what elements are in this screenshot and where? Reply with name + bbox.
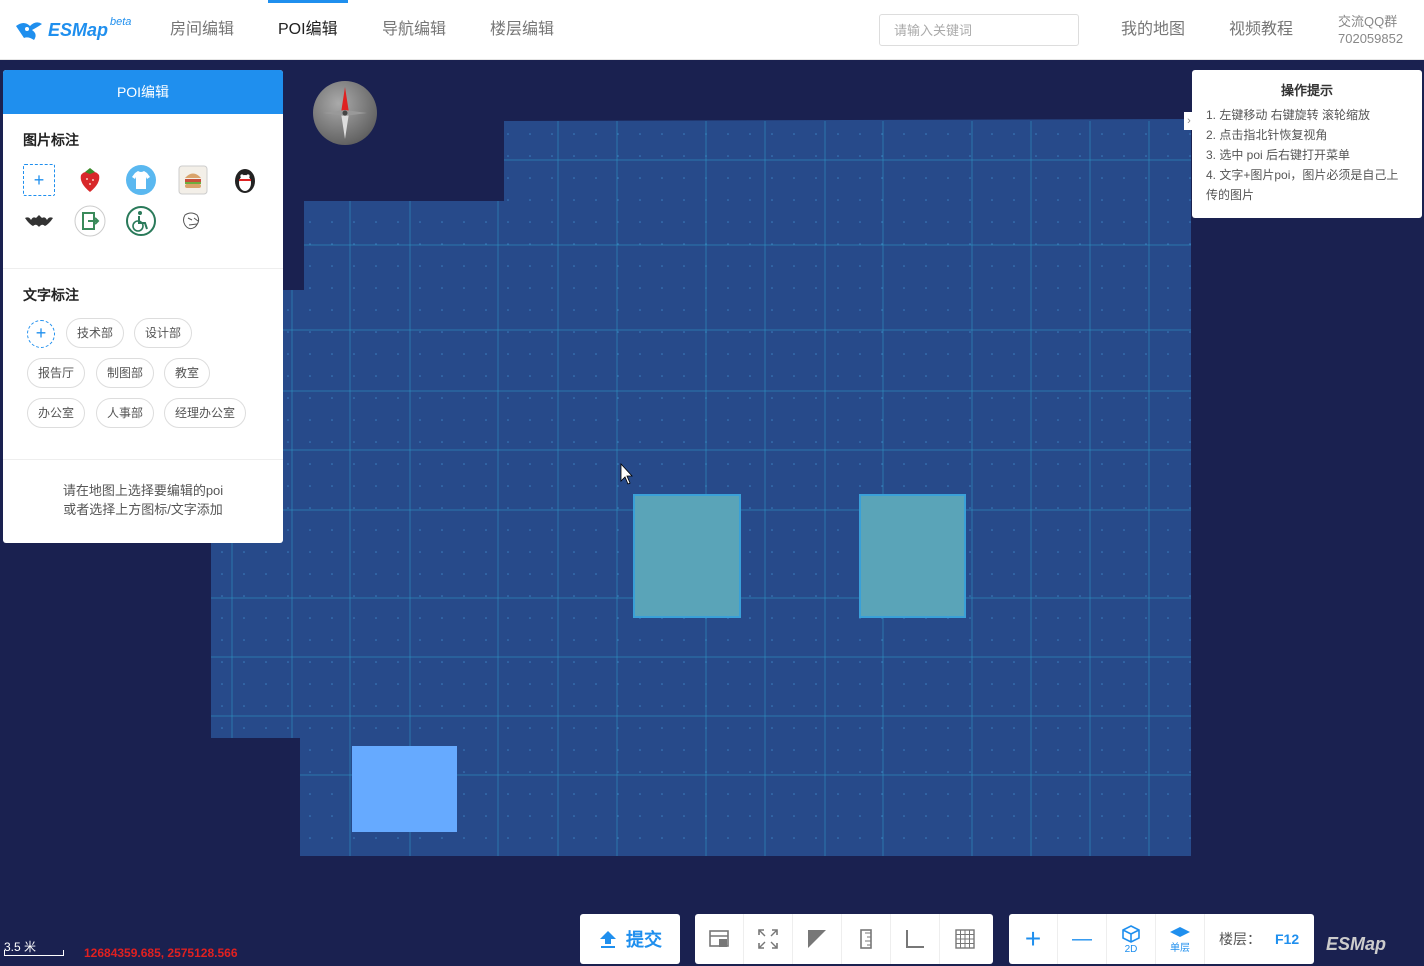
my-map-link[interactable]: 我的地图 — [1121, 0, 1185, 60]
top-bar: ESMap beta 房间编辑 POI编辑 导航编辑 楼层编辑 我的地图 视频教… — [0, 0, 1424, 60]
text-tag[interactable]: 人事部 — [96, 398, 155, 428]
search-input[interactable] — [879, 14, 1079, 46]
room-left — [633, 494, 741, 618]
submit-button[interactable]: 提交 — [580, 914, 680, 964]
image-section-title: 图片标注 — [23, 132, 79, 148]
angle-icon — [906, 930, 924, 948]
panel-hint-line1: 请在地图上选择要编辑的poi — [62, 483, 224, 498]
add-image-button[interactable]: + — [23, 164, 55, 196]
floor-label: 楼层： — [1219, 931, 1261, 947]
compass-needle-icon — [323, 87, 367, 139]
qq-number: 702059852 — [1338, 31, 1404, 46]
layers-icon — [1170, 926, 1190, 937]
zoom-out-button[interactable]: — — [1058, 914, 1107, 964]
single-floor-label: 单层 — [1170, 942, 1190, 954]
text-tag[interactable]: 技术部 — [66, 318, 125, 348]
text-tag[interactable]: 设计部 — [134, 318, 193, 348]
panel-hint-line2: 或者选择上方图标/文字添加 — [63, 502, 223, 517]
triangle-icon — [808, 930, 826, 948]
fullscreen-tool[interactable] — [744, 914, 793, 964]
exit-icon[interactable] — [74, 205, 106, 237]
panel-title: POI编辑 — [3, 70, 283, 114]
tip-item: 4. 文字+图片poi，图片必须是自己上传的图片 — [1206, 168, 1399, 202]
brand-watermark: ESMap — [1326, 934, 1387, 954]
tab-room-edit[interactable]: 房间编辑 — [170, 0, 234, 60]
floor-selector[interactable]: F12 — [1275, 931, 1299, 947]
fullscreen-icon — [758, 929, 778, 949]
text-tag[interactable]: 经理办公室 — [164, 398, 247, 428]
qq-group: 交流QQ群 702059852 — [1338, 13, 1403, 47]
logo-beta: beta — [110, 16, 132, 28]
text-tag[interactable]: 制图部 — [96, 358, 155, 388]
wheelchair-icon[interactable] — [125, 205, 157, 237]
text-tag[interactable]: 办公室 — [27, 398, 86, 428]
tool-bar — [695, 914, 993, 964]
qq-label: 交流QQ群 — [1338, 14, 1398, 29]
coordinates-readout: 12684359.685, 2575128.566 — [84, 946, 238, 960]
zoom-in-button[interactable]: + — [1009, 914, 1058, 964]
selected-room — [352, 746, 457, 832]
select-box-icon — [709, 930, 729, 947]
ruler-icon — [860, 929, 872, 949]
burger-icon[interactable] — [177, 164, 209, 196]
ruler-tool[interactable] — [842, 914, 891, 964]
scale-bar — [4, 950, 64, 956]
collapse-arrow-icon[interactable]: › — [1184, 112, 1194, 130]
cube-icon — [1122, 924, 1140, 943]
sketch-icon[interactable] — [177, 205, 209, 237]
text-section-title: 文字标注 — [23, 287, 79, 303]
view-2d-button[interactable]: 2D — [1107, 914, 1156, 964]
single-floor-button[interactable]: 单层 — [1156, 914, 1205, 964]
grid-tool[interactable] — [940, 914, 989, 964]
angle-tool[interactable] — [891, 914, 940, 964]
text-tag[interactable]: 教室 — [164, 358, 211, 388]
tab-floor-edit[interactable]: 楼层编辑 — [490, 0, 554, 60]
tab-nav-edit[interactable]: 导航编辑 — [382, 0, 446, 60]
compass-button[interactable] — [313, 81, 377, 145]
divider — [3, 268, 283, 269]
room-right — [859, 494, 966, 618]
grid-icon — [954, 929, 975, 949]
strawberry-icon[interactable] — [74, 164, 106, 196]
submit-label: 提交 — [626, 930, 662, 950]
select-box-tool[interactable] — [695, 914, 744, 964]
map-control-bar: + — 2D 单层 楼层： F12 — [1009, 914, 1314, 964]
tutorial-link[interactable]: 视频教程 — [1229, 0, 1293, 60]
operation-tips-panel: › 操作提示 1. 左键移动 右键旋转 滚轮缩放 2. 点击指北针恢复视角 3.… — [1184, 70, 1422, 218]
upload-icon — [600, 931, 616, 948]
penguin-icon[interactable] — [229, 164, 261, 196]
tip-item: 1. 左键移动 右键旋转 滚轮缩放 — [1206, 108, 1371, 122]
tab-poi-edit[interactable]: POI编辑 — [268, 0, 348, 60]
tshirt-icon[interactable] — [125, 164, 157, 196]
tips-title: 操作提示 — [1280, 83, 1333, 98]
logo-text: ESMap — [48, 19, 109, 40]
triangle-tool[interactable] — [793, 914, 842, 964]
bat-icon[interactable] — [23, 205, 55, 237]
poi-edit-panel: POI编辑 图片标注 + 文字标注 + 技术部 设计部 报告厅 制图部 教室 办… — [3, 70, 283, 543]
view-2d-label: 2D — [1124, 943, 1138, 955]
add-text-button[interactable]: + — [27, 320, 55, 348]
logo[interactable]: ESMap beta — [14, 16, 132, 42]
divider — [3, 459, 283, 460]
plus-icon: + — [1024, 923, 1042, 954]
minus-icon: — — [1072, 928, 1092, 950]
bird-logo-icon — [14, 18, 44, 42]
text-tag[interactable]: 报告厅 — [27, 358, 86, 388]
tip-item: 2. 点击指北针恢复视角 — [1206, 128, 1328, 142]
tip-item: 3. 选中 poi 后右键打开菜单 — [1206, 148, 1351, 162]
